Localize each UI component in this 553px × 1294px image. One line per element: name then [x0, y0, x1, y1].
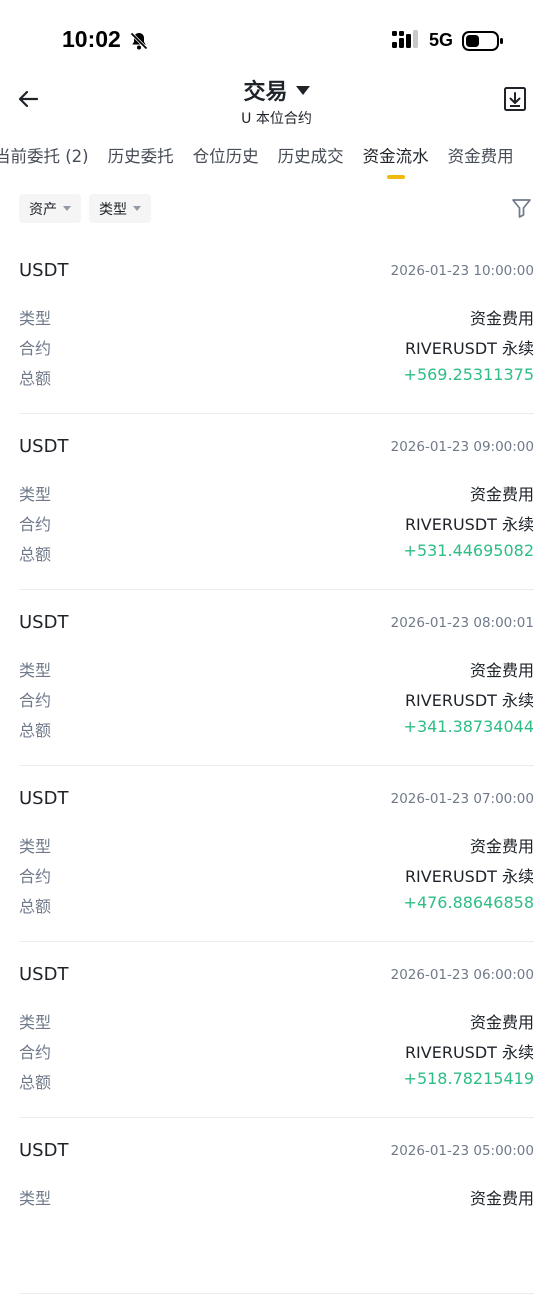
contract-value: RIVERUSDT 永续: [404, 515, 534, 534]
list-item: USDT 2026-01-23 06:00:00 类型 资金费用 合约 RIVE…: [19, 942, 534, 1118]
amount-value: +531.44695082: [403, 541, 534, 560]
filter-bar: 资产 类型: [19, 194, 151, 223]
list-item: USDT 2026-01-23 10:00:00 类型 资金费用 合约 RIVE…: [19, 238, 534, 414]
caret-down-icon: [133, 206, 141, 211]
record-contract-row: 合约 RIVERUSDT 永续: [19, 335, 534, 358]
amount-value: +341.38734044: [403, 717, 534, 736]
signal-icon: [392, 30, 418, 48]
status-time: 10:02: [62, 26, 121, 52]
transaction-list: USDT 2026-01-23 10:00:00 类型 资金费用 合约 RIVE…: [0, 238, 553, 1294]
type-filter-dropdown[interactable]: 类型: [89, 194, 151, 223]
list-item: USDT 2026-01-23 08:00:01 类型 资金费用 合约 RIVE…: [19, 590, 534, 766]
record-asset: USDT: [19, 612, 69, 633]
tab-open-orders[interactable]: 当前委托 (2): [0, 143, 89, 183]
type-label: 类型: [19, 661, 52, 680]
record-contract-row: 合约 RIVERUSDT 永续: [19, 687, 534, 710]
record-amount-row: 总额 +518.78215419: [19, 1069, 534, 1092]
amount-label: 总额: [19, 897, 52, 916]
amount-value: +569.25311375: [403, 365, 534, 384]
record-time: 2026-01-23 05:00:00: [390, 1143, 534, 1159]
type-value: 资金费用: [469, 661, 534, 680]
type-label: 类型: [19, 309, 52, 328]
amount-value: +476.88646858: [403, 893, 534, 912]
record-type-row: 类型 资金费用: [19, 305, 534, 328]
page-title: 交易: [243, 80, 288, 105]
contract-label: 合约: [19, 1043, 52, 1062]
record-type-row: 类型 资金费用: [19, 1185, 534, 1208]
list-item: USDT 2026-01-23 05:00:00 类型 资金费用: [19, 1118, 534, 1294]
record-type-row: 类型 资金费用: [19, 833, 534, 856]
type-value: 资金费用: [469, 485, 534, 504]
record-type-row: 类型 资金费用: [19, 481, 534, 504]
record-type-row: 类型 资金费用: [19, 1009, 534, 1032]
contract-label: 合约: [19, 339, 52, 358]
caret-down-icon: [295, 85, 310, 95]
amount-value: +518.78215419: [403, 1069, 534, 1088]
record-amount-row: 总额 +476.88646858: [19, 893, 534, 916]
download-icon[interactable]: [503, 86, 527, 112]
record-time: 2026-01-23 07:00:00: [390, 791, 534, 807]
tab-transaction-history[interactable]: 资金流水: [363, 143, 429, 183]
amount-label: 总额: [19, 545, 52, 564]
record-time: 2026-01-23 06:00:00: [390, 967, 534, 983]
caret-down-icon: [63, 206, 71, 211]
contract-label: 合约: [19, 867, 52, 886]
record-contract-row: 合约 RIVERUSDT 永续: [19, 863, 534, 886]
contract-label: 合约: [19, 691, 52, 710]
contract-value: RIVERUSDT 永续: [404, 691, 534, 710]
battery-icon: [462, 31, 503, 51]
record-amount-row: 总额 +531.44695082: [19, 541, 534, 564]
tab-bar: 当前委托 (2) 历史委托 仓位历史 历史成交 资金流水 资金费用: [0, 143, 533, 183]
header: 交易 U 本位合约: [0, 70, 553, 130]
type-filter-label: 类型: [99, 201, 127, 218]
contract-label: 合约: [19, 515, 52, 534]
record-contract-row: 合约 RIVERUSDT 永续: [19, 511, 534, 534]
list-item: USDT 2026-01-23 09:00:00 类型 资金费用 合约 RIVE…: [19, 414, 534, 590]
type-label: 类型: [19, 1189, 52, 1208]
list-item: USDT 2026-01-23 07:00:00 类型 资金费用 合约 RIVE…: [19, 766, 534, 942]
amount-label: 总额: [19, 721, 52, 740]
funnel-icon[interactable]: [511, 197, 532, 219]
title-wrap: 交易 U 本位合约: [0, 74, 553, 128]
record-asset: USDT: [19, 1140, 69, 1161]
type-label: 类型: [19, 485, 52, 504]
asset-filter-label: 资产: [29, 201, 57, 218]
page-subtitle: U 本位合约: [241, 111, 312, 127]
record-asset: USDT: [19, 964, 69, 985]
record-asset: USDT: [19, 788, 69, 809]
record-amount-row: 总额 +569.25311375: [19, 365, 534, 388]
tab-position-history[interactable]: 仓位历史: [193, 143, 259, 183]
status-bar: 10:02 5G: [0, 0, 553, 70]
network-label: 5G: [429, 30, 454, 50]
contract-value: RIVERUSDT 永续: [404, 867, 534, 886]
type-value: 资金费用: [469, 1013, 534, 1032]
type-label: 类型: [19, 837, 52, 856]
market-type-dropdown[interactable]: 交易: [243, 74, 310, 106]
contract-value: RIVERUSDT 永续: [404, 1043, 534, 1062]
tab-funding-fee[interactable]: 资金费用: [448, 143, 514, 183]
record-time: 2026-01-23 10:00:00: [390, 263, 534, 279]
contract-value: RIVERUSDT 永续: [404, 339, 534, 358]
type-value: 资金费用: [469, 1189, 534, 1208]
type-value: 资金费用: [469, 837, 534, 856]
bell-slash-icon: [129, 31, 149, 51]
type-value: 资金费用: [469, 309, 534, 328]
record-amount-row: 总额 +341.38734044: [19, 717, 534, 740]
asset-filter-dropdown[interactable]: 资产: [19, 194, 81, 223]
tab-order-history[interactable]: 历史委托: [108, 143, 174, 183]
record-contract-row: 合约 RIVERUSDT 永续: [19, 1039, 534, 1062]
record-asset: USDT: [19, 260, 69, 281]
record-time: 2026-01-23 09:00:00: [390, 439, 534, 455]
type-label: 类型: [19, 1013, 52, 1032]
record-type-row: 类型 资金费用: [19, 657, 534, 680]
record-asset: USDT: [19, 436, 69, 457]
amount-label: 总额: [19, 1073, 52, 1092]
tab-trade-history[interactable]: 历史成交: [278, 143, 344, 183]
record-time: 2026-01-23 08:00:01: [390, 615, 534, 631]
amount-label: 总额: [19, 369, 52, 388]
